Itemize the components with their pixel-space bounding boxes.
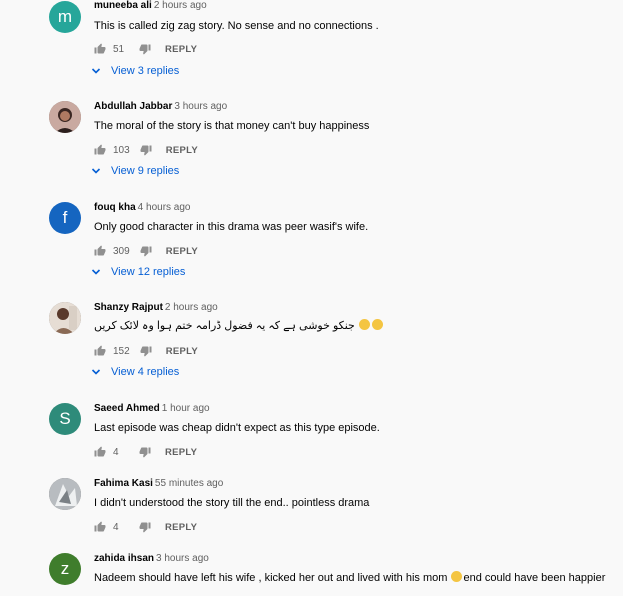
view-replies-button[interactable]: View 4 replies [91,366,179,378]
like-count: 309 [113,245,130,257]
thumbs-down-icon[interactable] [139,521,151,533]
view-replies-label: View 12 replies [111,266,186,278]
view-replies-label: View 4 replies [111,366,180,378]
timestamp[interactable]: 2 hours ago [154,0,207,11]
thumbs-up-icon[interactable] [94,144,106,156]
comment-text: Nadeem should have left his wife , kicke… [94,570,605,586]
like-count: 51 [113,43,125,55]
avatar[interactable] [49,478,81,510]
timestamp[interactable]: 2 hours ago [165,302,218,313]
like-count: 4 [113,521,119,533]
comment-actions: 4 REPLY [94,444,197,460]
thumbs-up-icon[interactable] [94,345,106,357]
comment-actions: 152 REPLY [94,343,198,359]
view-replies-label: View 3 replies [111,65,180,77]
avatar[interactable]: m [49,1,81,33]
laughing-emoji-icon [358,319,370,330]
thumbs-down-icon[interactable] [139,446,151,458]
reply-button[interactable]: REPLY [165,447,197,458]
comment-text: جنکو خوشی ہے کہ یہ فضول ڈرامہ ختم ہوا وہ… [94,318,384,334]
reply-button[interactable]: REPLY [166,246,198,257]
comment-actions: 51 REPLY [94,41,197,57]
timestamp[interactable]: 3 hours ago [156,553,209,564]
like-count: 152 [113,345,130,357]
comment-header: Fahima Kasi 55 minutes ago [94,477,223,491]
author-name[interactable]: zahida ihsan [94,553,154,564]
comment-header: Saeed Ahmed 1 hour ago [94,402,210,416]
like-count: 4 [113,446,119,458]
avatar[interactable] [49,302,81,334]
author-name[interactable]: Abdullah Jabbar [94,101,172,112]
author-name[interactable]: muneeba ali [94,0,152,11]
comment-header: Abdullah Jabbar 3 hours ago [94,100,227,114]
like-count: 103 [113,144,130,156]
reply-button[interactable]: REPLY [166,346,198,357]
thumbs-down-icon[interactable] [139,43,151,55]
comment-actions: 309 REPLY [94,243,198,259]
comment-header: zahida ihsan 3 hours ago [94,552,209,566]
timestamp[interactable]: 55 minutes ago [155,478,223,489]
comment-actions: 103 REPLY [94,142,198,158]
comment-header: fouq kha 4 hours ago [94,201,191,215]
chevron-down-icon [91,66,101,76]
timestamp[interactable]: 4 hours ago [138,202,191,213]
comment-actions: 4 REPLY [94,519,197,535]
view-replies-button[interactable]: View 12 replies [91,266,185,278]
author-name[interactable]: fouq kha [94,202,136,213]
comment-text: Last episode was cheap didn't expect as … [94,422,380,434]
reply-button[interactable]: REPLY [166,145,198,156]
comment-text-part: end could have been happier [463,572,606,584]
view-replies-label: View 9 replies [111,165,180,177]
thumbs-up-icon[interactable] [94,245,106,257]
thumbs-down-icon[interactable] [140,245,152,257]
thumbs-up-icon[interactable] [94,43,106,55]
timestamp[interactable]: 1 hour ago [162,403,210,414]
comment-header: muneeba ali 2 hours ago [94,0,207,13]
comment-text-part: Nadeem should have left his wife , kicke… [94,572,448,584]
author-name[interactable]: Fahima Kasi [94,478,153,489]
comment-text: Only good character in this drama was pe… [94,221,369,233]
comment-text: I didn't understood the story till the e… [94,497,370,509]
timestamp[interactable]: 3 hours ago [174,101,227,112]
chevron-down-icon [91,166,101,176]
chevron-down-icon [91,267,101,277]
author-name[interactable]: Saeed Ahmed [94,403,160,414]
thumbs-up-icon[interactable] [94,521,106,533]
avatar[interactable]: z [49,553,81,585]
reply-button[interactable]: REPLY [165,522,197,533]
thumbs-up-icon[interactable] [94,446,106,458]
reply-button[interactable]: REPLY [165,44,197,55]
comment-text-urdu: جنکو خوشی ہے کہ یہ فضول ڈرامہ ختم ہوا وہ… [94,320,355,332]
comment-header: Shanzy Rajput 2 hours ago [94,301,218,315]
thumbs-down-icon[interactable] [140,144,152,156]
author-name[interactable]: Shanzy Rajput [94,302,163,313]
comment-text: This is called zig zag story. No sense a… [94,20,379,32]
view-replies-button[interactable]: View 3 replies [91,65,179,77]
chevron-down-icon [91,367,101,377]
sad-emoji-icon [451,571,463,582]
thumbs-down-icon[interactable] [140,345,152,357]
avatar[interactable]: f [49,202,81,234]
view-replies-button[interactable]: View 9 replies [91,165,179,177]
avatar[interactable]: S [49,403,81,435]
comment-text: The moral of the story is that money can… [94,120,370,132]
avatar[interactable] [49,101,81,133]
laughing-emoji-icon [371,319,383,330]
